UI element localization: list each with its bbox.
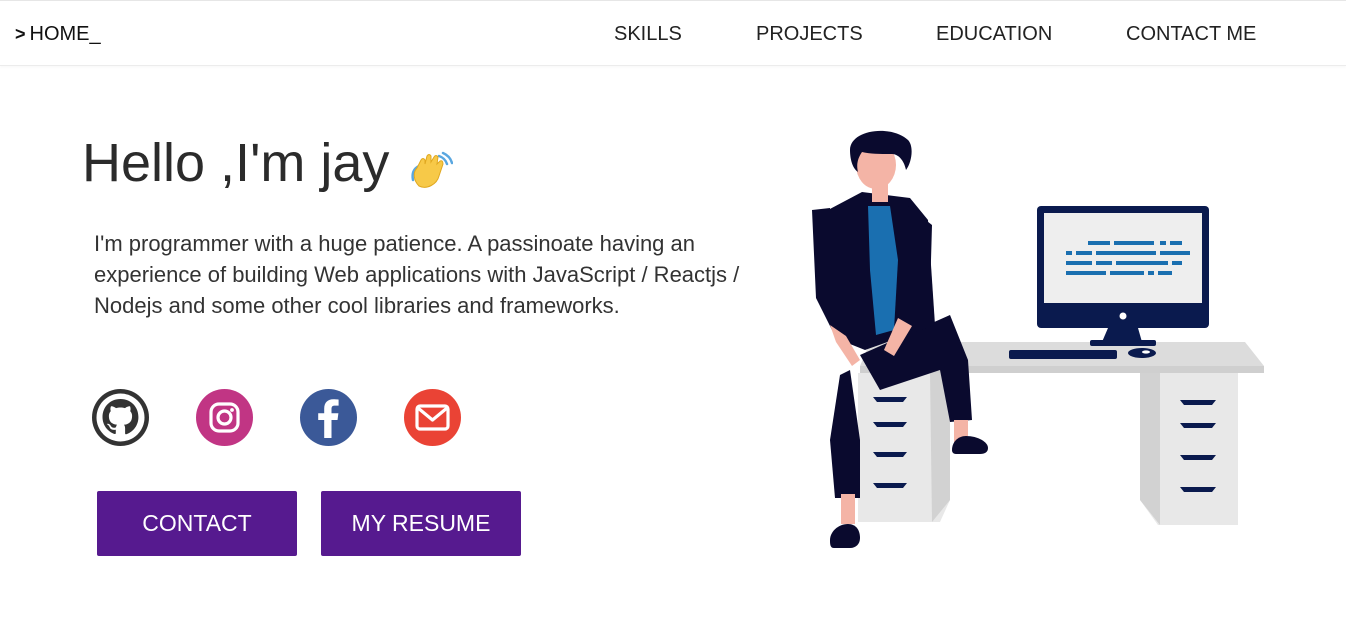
- facebook-icon: [300, 389, 357, 446]
- email-link[interactable]: [404, 389, 461, 446]
- contact-button[interactable]: CONTACT: [97, 491, 297, 556]
- hero-greeting: Hello ,I'm jay: [82, 133, 390, 193]
- monitor: [1037, 206, 1209, 346]
- nav-education-link[interactable]: EDUCATION: [936, 23, 1052, 46]
- intro-paragraph: I'm programmer with a huge patience. A p…: [94, 231, 740, 318]
- developer-desk-illustration: [812, 130, 1264, 548]
- waving-hand-icon: [411, 151, 453, 188]
- my-resume-button[interactable]: MY RESUME: [321, 491, 521, 556]
- github-icon: [92, 389, 149, 446]
- nav-skills-link[interactable]: SKILLS: [614, 23, 682, 46]
- facebook-link[interactable]: [300, 389, 357, 446]
- nav-contact-me-link[interactable]: CONTACT ME: [1126, 23, 1256, 46]
- mouse: [1128, 348, 1156, 358]
- home-link[interactable]: > HOME_: [15, 23, 101, 46]
- instagram-link[interactable]: [196, 389, 253, 446]
- instagram-icon: [196, 389, 253, 446]
- brand-caret: >: [15, 24, 26, 44]
- github-link[interactable]: [92, 389, 149, 446]
- brand-label: HOME_: [29, 23, 101, 45]
- nav-projects-link[interactable]: PROJECTS: [756, 23, 863, 46]
- keyboard: [1009, 350, 1117, 359]
- top-navbar: > HOME_ SKILLS PROJECTS EDUCATION CONTACT…: [0, 0, 1346, 66]
- email-icon: [404, 389, 461, 446]
